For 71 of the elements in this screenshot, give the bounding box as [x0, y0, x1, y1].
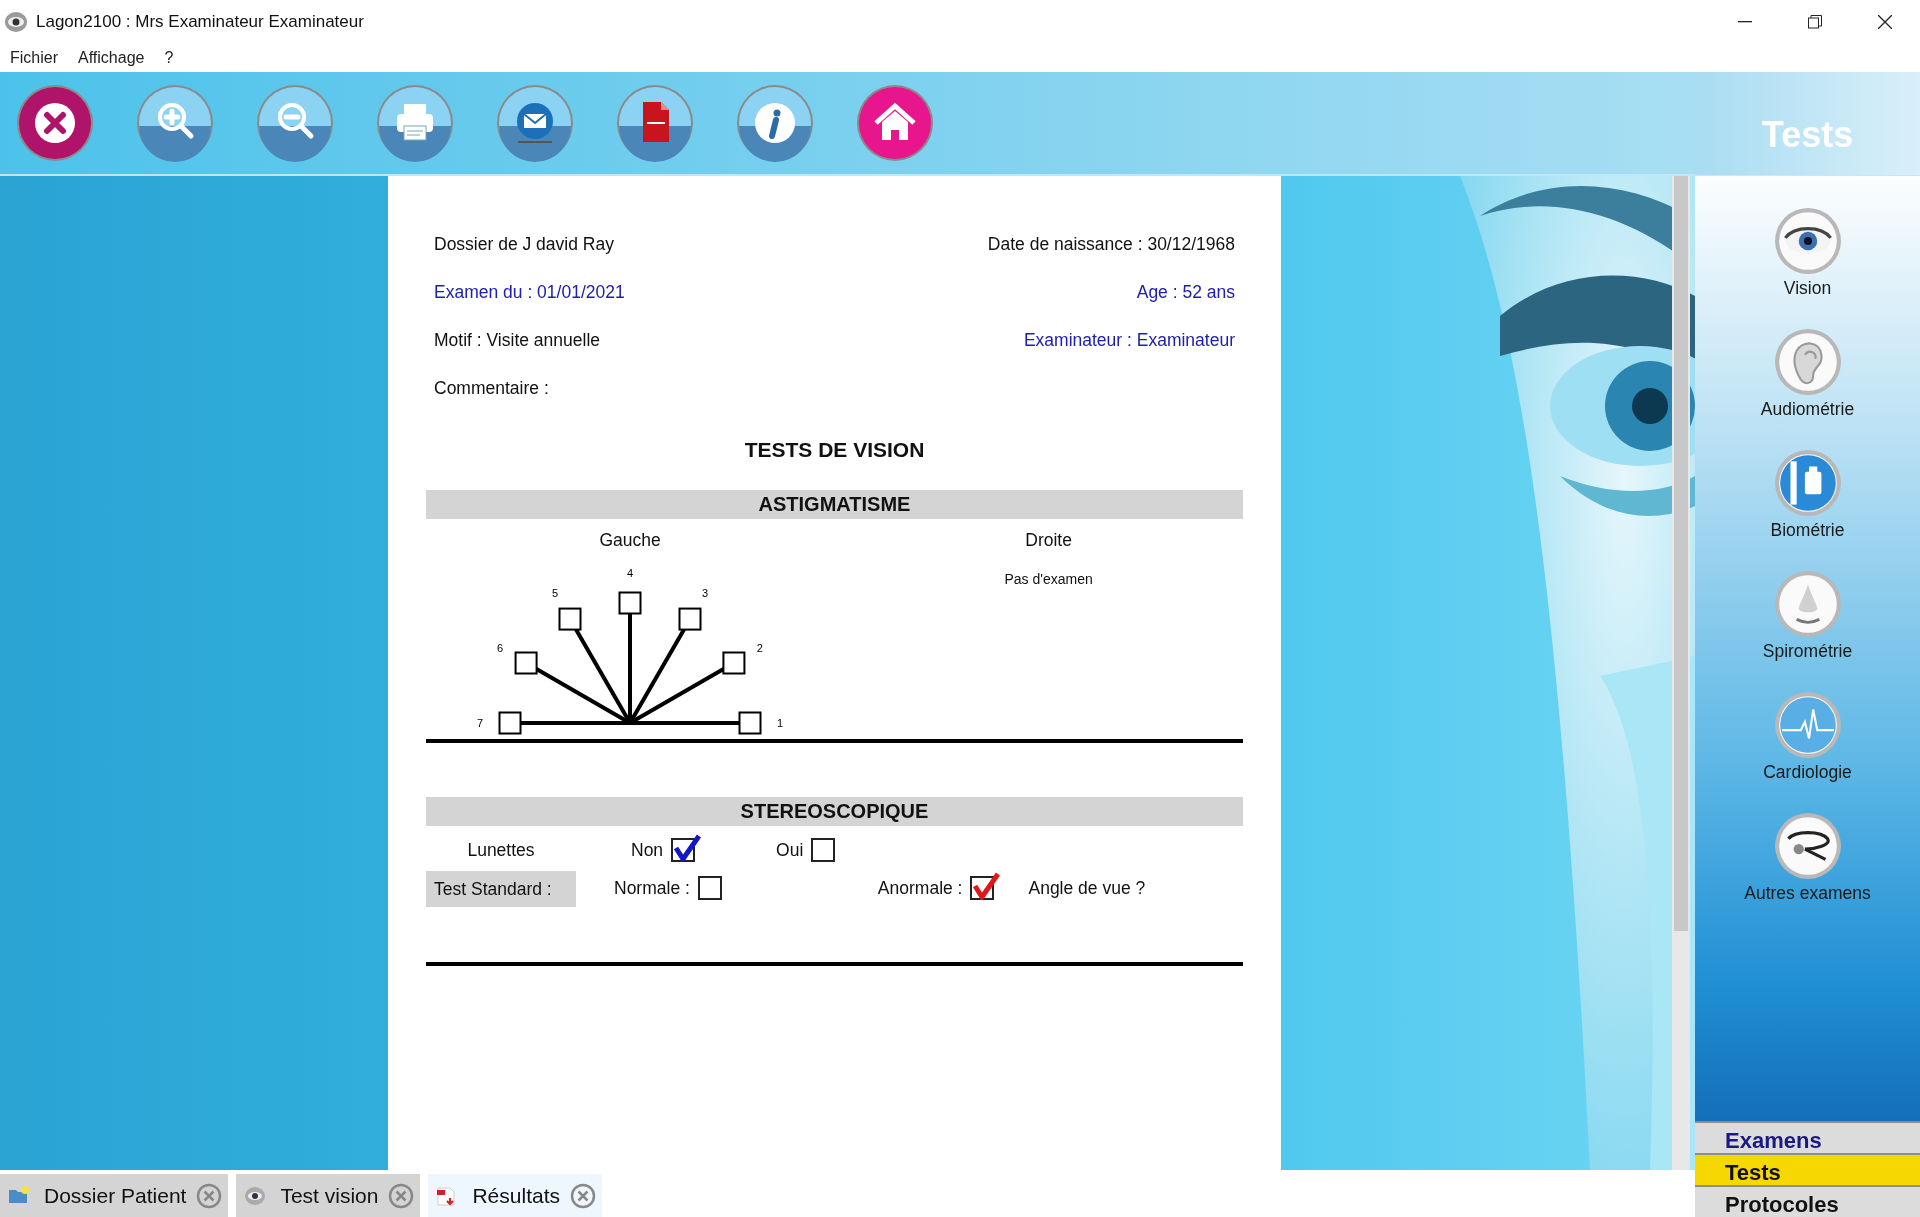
heartbeat-icon [1773, 691, 1842, 759]
checkbox[interactable] [514, 651, 538, 675]
mark-number: 6 [497, 641, 504, 654]
option-label: Normale : [614, 877, 690, 901]
mark-number: 1 [777, 716, 784, 729]
ear-icon [1773, 328, 1842, 396]
panel-title: Tests [1695, 72, 1920, 176]
sidebar-item[interactable]: Autres examens [1695, 811, 1920, 919]
column-label: Droite [1025, 528, 1072, 552]
close-icon[interactable] [1878, 15, 1892, 29]
info-button[interactable] [736, 84, 814, 162]
zoom-in-button[interactable] [136, 84, 214, 162]
mark-number: 7 [477, 716, 484, 729]
menu-item[interactable]: Affichage [68, 46, 155, 70]
mark-number: 5 [552, 586, 559, 599]
mark-number: 2 [756, 641, 764, 654]
question-text: Angle de vue ? [1028, 877, 1146, 901]
checkbox[interactable] [558, 607, 582, 631]
info-text: Date de naissance : 30/12/1968 [987, 232, 1235, 256]
panel-tab[interactable]: Protocoles [1695, 1185, 1920, 1217]
info-text: Examinateur : Examinateur [1023, 328, 1235, 352]
info-text: Motif : Visite annuelle [434, 328, 601, 352]
ruler-icon [1773, 449, 1842, 517]
option-label: Anormale : [877, 877, 963, 901]
home-button[interactable] [856, 84, 934, 162]
sidebar-item[interactable]: Vision [1695, 206, 1920, 314]
sidebar-item[interactable]: Biométrie [1695, 448, 1920, 556]
nose-icon [1773, 570, 1842, 638]
section-heading: ASTIGMATISME [426, 489, 1243, 519]
mark-number: 3 [702, 586, 709, 599]
info-text: Age : 52 ans [1136, 280, 1235, 304]
info-text: Examen du : 01/01/2021 [434, 280, 625, 304]
section-title: TESTS DE VISION [743, 437, 926, 463]
printer-button[interactable] [376, 84, 454, 162]
minimize-icon[interactable] [1738, 21, 1752, 23]
panel-tab[interactable]: Tests [1695, 1153, 1920, 1185]
tab[interactable]: Résultats [428, 1174, 602, 1217]
scrollbar[interactable] [1672, 176, 1690, 1170]
option-label: Non [631, 839, 664, 863]
menu-item[interactable]: ? [154, 46, 184, 70]
eye-icon [244, 1184, 267, 1207]
pdf-file-button[interactable] [616, 84, 694, 162]
checkbox[interactable] [722, 651, 746, 675]
mark-number: 4 [627, 566, 634, 579]
menu-item[interactable]: Fichier [0, 46, 68, 70]
column-label: Gauche [599, 528, 661, 552]
zoom-out-button[interactable] [256, 84, 334, 162]
checkbox[interactable] [618, 591, 642, 615]
sidebar-item[interactable]: Cardiologie [1695, 690, 1920, 798]
envelope-button[interactable] [496, 84, 574, 162]
window-title: Lagon2100 : Mrs Examinateur Examinateur [36, 11, 364, 34]
sidebar-item[interactable]: Spirométrie [1695, 569, 1920, 677]
option-label: Oui [776, 839, 804, 863]
sidebar-item[interactable]: Audiométrie [1695, 327, 1920, 435]
tab[interactable]: Test vision [236, 1174, 421, 1217]
info-text: Dossier de J david Ray [434, 232, 614, 256]
checkbox[interactable] [738, 711, 762, 735]
eye-icon [1773, 207, 1842, 275]
row-label: Lunettes [466, 839, 536, 863]
tab[interactable]: Dossier Patient [0, 1174, 229, 1217]
panel-tab[interactable]: Examens [1695, 1121, 1920, 1153]
close-button[interactable] [16, 84, 94, 162]
note-text: Pas d'examen [1004, 569, 1093, 589]
stethoscope-icon [1773, 812, 1842, 880]
section-heading: STEREOSCOPIQUE [426, 796, 1243, 826]
checkbox[interactable] [498, 711, 522, 735]
row-label: Test Standard : [426, 870, 576, 907]
checkbox[interactable] [678, 607, 702, 631]
app-eye-icon [4, 11, 28, 33]
restore-icon[interactable] [1808, 15, 1822, 29]
info-text: Commentaire : [434, 376, 549, 400]
